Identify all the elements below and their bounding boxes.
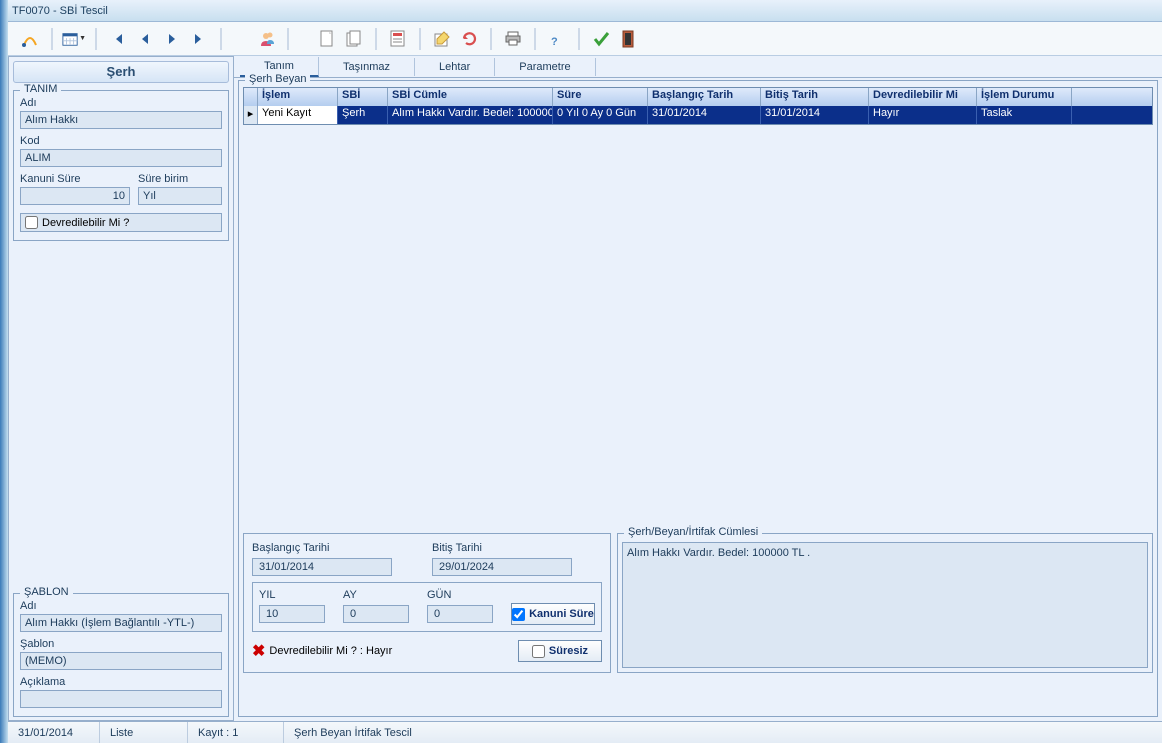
cell-islem[interactable]: Yeni Kayıt [258,106,338,124]
bit-tarih-label: Bitiş Tarihi [432,542,572,554]
kanuni-sure-input[interactable] [20,187,130,205]
cumle-memo[interactable]: Alım Hakkı Vardır. Bedel: 100000 TL . [622,542,1148,668]
gun-input[interactable] [427,605,493,623]
dev-value: Hayır [366,645,392,657]
cumle-title: Şerh/Beyan/İrtifak Cümlesi [624,526,762,538]
help-icon[interactable]: ? [545,27,569,51]
status-kayit: Kayıt : 1 [188,722,284,743]
devredilebilir-check[interactable]: Devredilebilir Mi ? [20,213,222,232]
cumle-fieldset: Şerh/Beyan/İrtifak Cümlesi Alım Hakkı Va… [617,533,1153,673]
col-sbi[interactable]: SBİ [338,88,388,106]
svg-text:?: ? [551,36,558,48]
kod-input[interactable] [20,149,222,167]
table-row[interactable]: ▸ Yeni Kayıt Şerh Alım Hakkı Vardır. Bed… [244,106,1152,124]
tabs: Tanım Taşınmaz Lehtar Parametre [234,56,1162,78]
devredilebilir-checkbox[interactable] [25,216,38,229]
cell-cumle: Alım Hakkı Vardır. Bedel: 100000 [388,106,553,124]
cell-bit: 31/01/2014 [761,106,869,124]
user-icon[interactable] [254,27,278,51]
doc-new-icon[interactable] [315,27,339,51]
cell-bas: 31/01/2014 [648,106,761,124]
devredilebilir-label: Devredilebilir Mi ? [42,217,129,229]
exit-icon[interactable] [616,27,640,51]
ay-label: AY [343,589,409,601]
grid-fieldset: Şerh Beyan İşlem SBİ SBİ Cümle Süre Başl… [238,80,1158,717]
sure-birim-input[interactable] [138,187,222,205]
refresh-icon[interactable] [457,27,481,51]
sablon-adi-input[interactable] [20,614,222,632]
cell-sbi: Şerh [338,106,388,124]
tab-parametre[interactable]: Parametre [495,58,595,76]
nav-last-icon[interactable] [187,27,211,51]
toolbar: ▼ ? [8,22,1162,56]
suresiz-button[interactable]: Süresiz [518,640,602,662]
kod-label: Kod [20,135,222,147]
col-cumle[interactable]: SBİ Cümle [388,88,553,106]
check-icon[interactable] [589,27,613,51]
right-panel: Tanım Taşınmaz Lehtar Parametre Şerh Bey… [234,56,1162,721]
sablon-adi-label: Adı [20,600,222,612]
kanuni-sure-label: Kanuni Süre [20,173,130,185]
bit-tarih-input[interactable] [432,558,572,576]
doc-badge-icon[interactable] [386,27,410,51]
ay-input[interactable] [343,605,409,623]
title-bar: TF0070 - SBİ Tescil [0,0,1162,22]
panel-header: Şerh [13,61,229,83]
tab-tasinmaz[interactable]: Taşınmaz [319,58,415,76]
sablon-title: ŞABLON [20,586,73,598]
dev-label: Devredilebilir Mi ? : [269,645,363,657]
adi-input[interactable] [20,111,222,129]
cell-dur: Taslak [977,106,1072,124]
tanim-title: TANIM [20,83,61,95]
yil-input[interactable] [259,605,325,623]
window-title: TF0070 - SBİ Tescil [12,5,108,17]
col-bit[interactable]: Bitiş Tarih [761,88,869,106]
kanuni-sure-checkbox[interactable] [512,608,525,621]
nav-prev-icon[interactable] [133,27,157,51]
sablon-aciklama-label: Açıklama [20,676,222,688]
status-liste: Liste [100,722,188,743]
nav-next-icon[interactable] [160,27,184,51]
col-islem[interactable]: İşlem [258,88,338,106]
yil-label: YIL [259,589,325,601]
status-desc: Şerh Beyan İrtifak Tescil [284,722,1162,743]
app-icon[interactable] [18,27,42,51]
cell-dev: Hayır [869,106,977,124]
suresiz-checkbox[interactable] [532,645,545,658]
sure-birim-label: Süre birim [138,173,222,185]
calendar-icon[interactable]: ▼ [62,27,86,51]
bottom-left-box: Başlangıç Tarihi Bitiş Tarihi YIL [243,533,611,673]
sablon-fieldset: ŞABLON Adı Şablon Açıklama [13,593,229,717]
gun-label: GÜN [427,589,493,601]
bottom-section: Başlangıç Tarihi Bitiş Tarihi YIL [239,529,1157,677]
left-panel: Şerh TANIM Adı Kod Kanuni Süre Süre biri… [8,56,234,721]
sablon-sablon-input[interactable] [20,652,222,670]
grid-title: Şerh Beyan [245,73,310,85]
col-dev[interactable]: Devredilebilir Mi [869,88,977,106]
kanuni-sure-button[interactable]: Kanuni Süre [511,603,595,625]
edit-icon[interactable] [430,27,454,51]
tanim-fieldset: TANIM Adı Kod Kanuni Süre Süre birim [13,90,229,241]
row-indicator-icon: ▸ [244,106,258,124]
grid-header: İşlem SBİ SBİ Cümle Süre Başlangıç Tarih… [244,88,1152,106]
col-bas[interactable]: Başlangıç Tarih [648,88,761,106]
col-dur[interactable]: İşlem Durumu [977,88,1072,106]
col-sure[interactable]: Süre [553,88,648,106]
adi-label: Adı [20,97,222,109]
duration-box: YIL AY GÜN Kanuni Sü [252,582,602,632]
nav-first-icon[interactable] [106,27,130,51]
status-bar: 31/01/2014 Liste Kayıt : 1 Şerh Beyan İr… [8,721,1162,743]
data-grid[interactable]: İşlem SBİ SBİ Cümle Süre Başlangıç Tarih… [243,87,1153,125]
bas-tarih-label: Başlangıç Tarihi [252,542,392,554]
sablon-sablon-label: Şablon [20,638,222,650]
tab-lehtar[interactable]: Lehtar [415,58,495,76]
x-icon: ✖ [252,641,265,661]
doc-copy-icon[interactable] [342,27,366,51]
print-icon[interactable] [501,27,525,51]
bas-tarih-input[interactable] [252,558,392,576]
sablon-aciklama-input[interactable] [20,690,222,708]
status-date: 31/01/2014 [8,722,100,743]
cell-sure: 0 Yıl 0 Ay 0 Gün [553,106,648,124]
